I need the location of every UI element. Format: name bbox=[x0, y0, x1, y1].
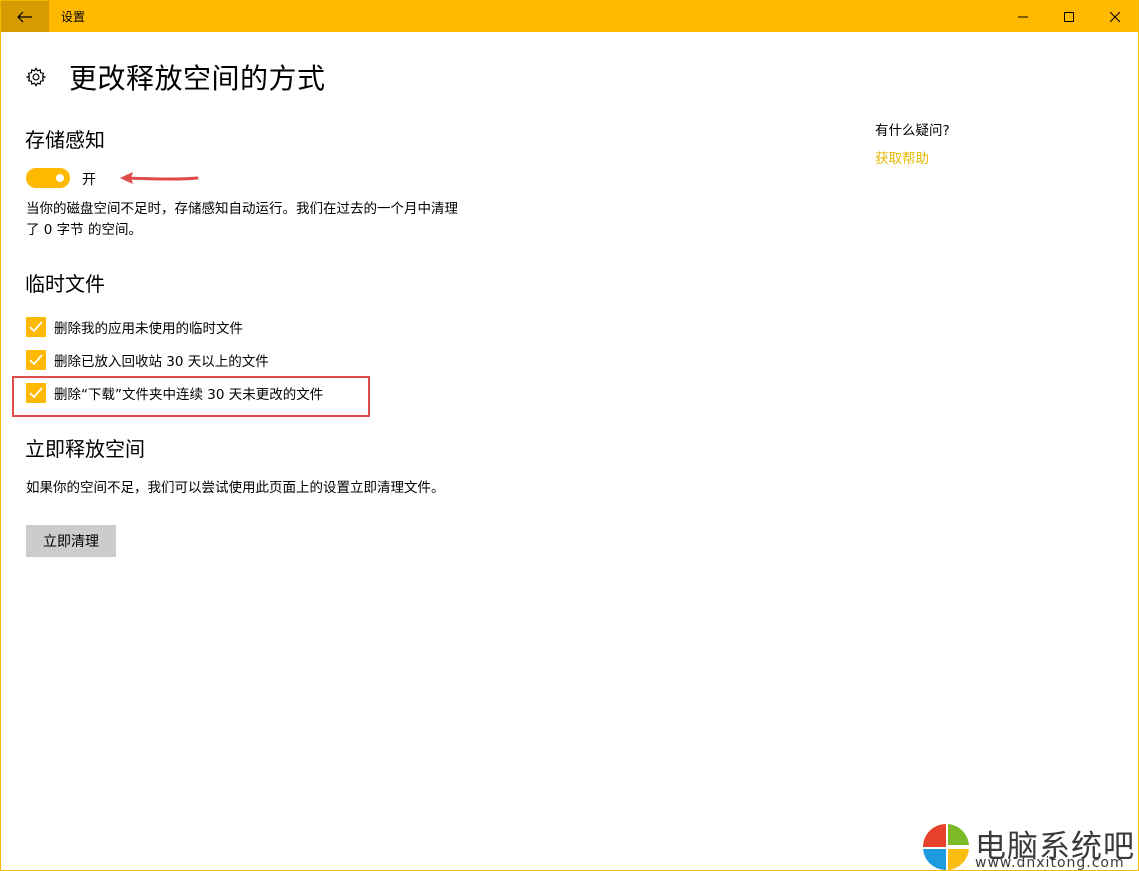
toggle-state-label: 开 bbox=[82, 172, 96, 188]
minimize-icon bbox=[1018, 16, 1028, 17]
toggle-knob bbox=[56, 174, 64, 182]
watermark: 电脑系统吧 www.dnxitong.com bbox=[919, 821, 1138, 871]
checkbox-label: 删除我的应用未使用的临时文件 bbox=[54, 321, 243, 337]
free-space-description: 如果你的空间不足，我们可以尝试使用此页面上的设置立即清理文件。 bbox=[26, 480, 445, 496]
window-title: 设置 bbox=[61, 10, 86, 24]
minimize-button[interactable] bbox=[1000, 1, 1046, 32]
close-button[interactable] bbox=[1092, 1, 1138, 32]
back-button[interactable] bbox=[1, 1, 49, 32]
watermark-url: www.dnxitong.com bbox=[975, 855, 1125, 871]
gear-icon bbox=[25, 67, 47, 87]
storage-sense-toggle[interactable] bbox=[26, 168, 70, 188]
temp-files-heading: 临时文件 bbox=[25, 272, 105, 296]
checkbox-delete-recycle-bin-files[interactable]: 删除已放入回收站 30 天以上的文件 bbox=[26, 350, 269, 370]
checkbox bbox=[26, 317, 46, 337]
maximize-icon bbox=[1064, 11, 1074, 22]
windows-logo-icon bbox=[923, 824, 969, 870]
checkmark-icon bbox=[29, 354, 43, 366]
checkmark-icon bbox=[29, 321, 43, 333]
red-arrow-icon bbox=[120, 172, 199, 184]
help-question: 有什么疑问? bbox=[875, 123, 950, 139]
free-space-heading: 立即释放空间 bbox=[25, 437, 145, 461]
title-bar: 设置 bbox=[1, 1, 1138, 32]
page-title: 更改释放空间的方式 bbox=[69, 62, 326, 95]
page-header: 更改释放空间的方式 bbox=[25, 57, 326, 97]
storage-sense-heading: 存储感知 bbox=[25, 128, 105, 152]
maximize-button[interactable] bbox=[1046, 1, 1092, 32]
get-help-link[interactable]: 获取帮助 bbox=[875, 147, 929, 167]
back-arrow-icon bbox=[17, 11, 32, 22]
close-icon bbox=[1110, 11, 1120, 22]
clean-now-button[interactable]: 立即清理 bbox=[26, 525, 116, 557]
annotation-highlight-box bbox=[12, 376, 370, 417]
checkbox bbox=[26, 350, 46, 370]
storage-sense-description: 当你的磁盘空间不足时，存储感知自动运行。我们在过去的一个月中清理了 0 字节 的… bbox=[26, 201, 458, 238]
settings-window: 设置 更改释放空间的方式 存储感知 开 当你的磁盘空间不足时，存储感知自动运行。… bbox=[0, 0, 1139, 871]
checkbox-label: 删除已放入回收站 30 天以上的文件 bbox=[54, 354, 269, 370]
window-controls bbox=[1000, 1, 1138, 32]
checkbox-delete-temp-app-files[interactable]: 删除我的应用未使用的临时文件 bbox=[26, 317, 243, 337]
